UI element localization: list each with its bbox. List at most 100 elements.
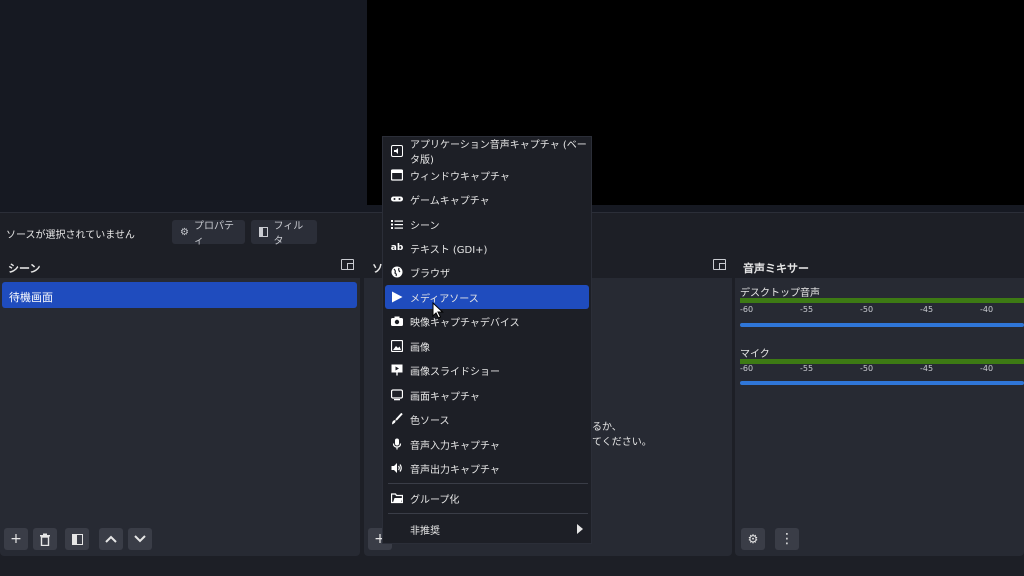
window-icon xyxy=(391,169,403,181)
menu-icon-placeholder xyxy=(391,523,403,535)
text-icon: ab xyxy=(390,243,404,253)
menu-item-label: ゲームキャプチャ xyxy=(410,195,490,207)
menu-item-label: 画像スライドショー xyxy=(410,366,500,378)
mixer-channel-mic-name: マイク xyxy=(740,349,770,360)
tick-label: -45 xyxy=(920,305,934,314)
plus-icon: + xyxy=(10,531,22,547)
sources-hint-line-1: るか、 xyxy=(592,422,622,433)
mixer-dock-title: 音声ミキサー xyxy=(735,253,1024,278)
slideshow-icon xyxy=(391,364,403,376)
more-vertical-icon: ⋮ xyxy=(780,531,794,547)
scene-item-label: 待機画面 xyxy=(9,291,53,304)
list-icon xyxy=(391,218,403,230)
gamepad-icon xyxy=(391,193,403,205)
menu-item-display-capture[interactable]: 画面キャプチャ xyxy=(385,383,589,407)
camera-icon xyxy=(391,315,403,327)
speaker-output-icon xyxy=(391,462,403,474)
menu-item-label: テキスト (GDI+) xyxy=(410,244,488,256)
move-scene-up-button[interactable] xyxy=(99,528,123,550)
filters-label: フィルタ xyxy=(273,221,304,247)
menu-item-label: ウィンドウキャプチャ xyxy=(410,171,510,183)
menu-item-image[interactable]: 画像 xyxy=(385,334,589,358)
menu-item-audio-output-capture[interactable]: 音声出力キャプチャ xyxy=(385,456,589,480)
tick-label: -50 xyxy=(860,364,874,373)
menu-item-game-capture[interactable]: ゲームキャプチャ xyxy=(385,187,589,211)
gear-icon: ⚙ xyxy=(180,226,189,238)
scene-item[interactable]: 待機画面 xyxy=(2,282,357,308)
gears-icon: ⚙ xyxy=(747,532,759,546)
filters-button[interactable]: フィルタ xyxy=(251,220,317,247)
tick-label: -40 xyxy=(980,305,994,314)
brush-icon xyxy=(391,413,403,425)
menu-item-text-gdi[interactable]: ab テキスト (GDI+) xyxy=(385,236,589,260)
menu-item-video-capture-device[interactable]: 映像キャプチャデバイス xyxy=(385,309,589,333)
scenes-dock-title: シーン xyxy=(0,253,360,278)
properties-button[interactable]: ⚙ プロパティ xyxy=(172,220,245,247)
mic-volume-slider[interactable] xyxy=(740,381,1024,385)
desktop-volume-slider[interactable] xyxy=(740,323,1024,327)
monitor-icon xyxy=(391,389,403,401)
menu-item-label: 非推奨 xyxy=(410,525,440,537)
menu-item-label: 音声出力キャプチャ xyxy=(410,464,500,476)
sources-hint-line-2: てください。 xyxy=(592,437,652,448)
menu-item-group[interactable]: グループ化 xyxy=(385,486,589,510)
submenu-arrow-icon xyxy=(577,524,583,534)
chevron-down-icon xyxy=(134,535,146,543)
menu-item-deprecated[interactable]: 非推奨 xyxy=(385,517,589,541)
menu-item-label: 画像 xyxy=(410,342,430,354)
add-scene-button[interactable]: + xyxy=(4,528,28,550)
menu-item-label: 映像キャプチャデバイス xyxy=(410,317,520,329)
scenes-dock: シーン 待機画面 + xyxy=(0,253,360,556)
move-scene-down-button[interactable] xyxy=(128,528,152,550)
menu-item-window-capture[interactable]: ウィンドウキャプチャ xyxy=(385,163,589,187)
menu-item-image-slideshow[interactable]: 画像スライドショー xyxy=(385,358,589,382)
chevron-up-icon xyxy=(105,535,117,543)
speaker-icon xyxy=(391,145,403,157)
menu-item-label: 画面キャプチャ xyxy=(410,391,480,403)
play-icon xyxy=(391,291,403,303)
mouse-cursor-icon xyxy=(432,302,444,319)
menu-item-label: シーン xyxy=(410,220,440,232)
scene-filters-button[interactable] xyxy=(65,528,89,550)
tick-label: -55 xyxy=(800,364,814,373)
tick-label: -45 xyxy=(920,364,934,373)
mixer-title: 音声ミキサー xyxy=(743,262,809,275)
folder-icon xyxy=(391,492,403,504)
scenes-title: シーン xyxy=(8,262,41,275)
menu-item-label: アプリケーション音声キャプチャ (ベータ版) xyxy=(410,140,587,166)
tick-label: -60 xyxy=(740,364,754,373)
undock-icon[interactable] xyxy=(713,259,726,270)
microphone-icon xyxy=(391,438,403,450)
menu-item-color-source[interactable]: 色ソース xyxy=(385,407,589,431)
properties-label: プロパティ xyxy=(193,221,234,247)
menu-item-label: ブラウザ xyxy=(410,268,450,280)
menu-item-media-source[interactable]: メディアソース xyxy=(385,285,589,309)
menu-item-label: グループ化 xyxy=(410,494,460,506)
undock-icon[interactable] xyxy=(341,259,354,270)
image-icon xyxy=(391,340,403,352)
trash-icon xyxy=(40,533,50,546)
mic-audio-ticks: -60 -55 -50 -45 -40 xyxy=(740,364,1024,373)
add-source-context-menu: アプリケーション音声キャプチャ (ベータ版) ウィンドウキャプチャ ゲームキャプ… xyxy=(382,136,592,544)
filter-icon xyxy=(71,533,83,545)
menu-item-label: メディアソース xyxy=(410,293,479,305)
menu-item-audio-input-capture[interactable]: 音声入力キャプチャ xyxy=(385,432,589,456)
tick-label: -40 xyxy=(980,364,994,373)
menu-separator xyxy=(388,513,588,514)
menu-item-browser[interactable]: ブラウザ xyxy=(385,260,589,284)
menu-item-scene[interactable]: シーン xyxy=(385,212,589,236)
mixer-menu-button[interactable]: ⋮ xyxy=(775,528,799,550)
remove-scene-button[interactable] xyxy=(33,528,57,550)
tick-label: -55 xyxy=(800,305,814,314)
menu-item-application-audio-capture[interactable]: アプリケーション音声キャプチャ (ベータ版) xyxy=(385,139,589,166)
mixer-channel-desktop-name: デスクトップ音声 xyxy=(740,288,820,299)
filter-icon xyxy=(259,227,269,237)
desktop-audio-meter xyxy=(740,298,1024,303)
menu-item-label: 色ソース xyxy=(410,415,450,427)
menu-item-label: 音声入力キャプチャ xyxy=(410,440,500,452)
menu-separator xyxy=(388,483,588,484)
preview-left-area xyxy=(0,0,367,212)
mixer-advanced-settings-button[interactable]: ⚙ xyxy=(741,528,765,550)
desktop-audio-ticks: -60 -55 -50 -45 -40 xyxy=(740,305,1024,314)
no-source-selected-text: ソースが選択されていません xyxy=(6,230,135,241)
